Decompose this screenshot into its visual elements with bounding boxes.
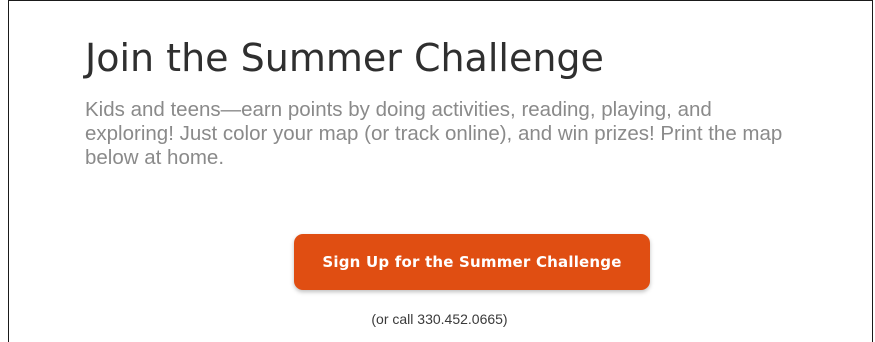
signup-summer-challenge-button[interactable]: Sign Up for the Summer Challenge <box>294 234 650 290</box>
description-line: below at home. <box>85 146 225 169</box>
section-description: Kids and teens—earn points by doing acti… <box>85 98 875 170</box>
description-line: Kids and teens—earn points by doing acti… <box>85 98 712 121</box>
challenge-section: Join the Summer Challenge Kids and teens… <box>8 0 873 342</box>
call-phone-text: (or call 330.452.0665) <box>371 311 508 327</box>
section-title: Join the Summer Challenge <box>85 36 604 80</box>
description-line: exploring! Just color your map (or track… <box>85 122 783 145</box>
